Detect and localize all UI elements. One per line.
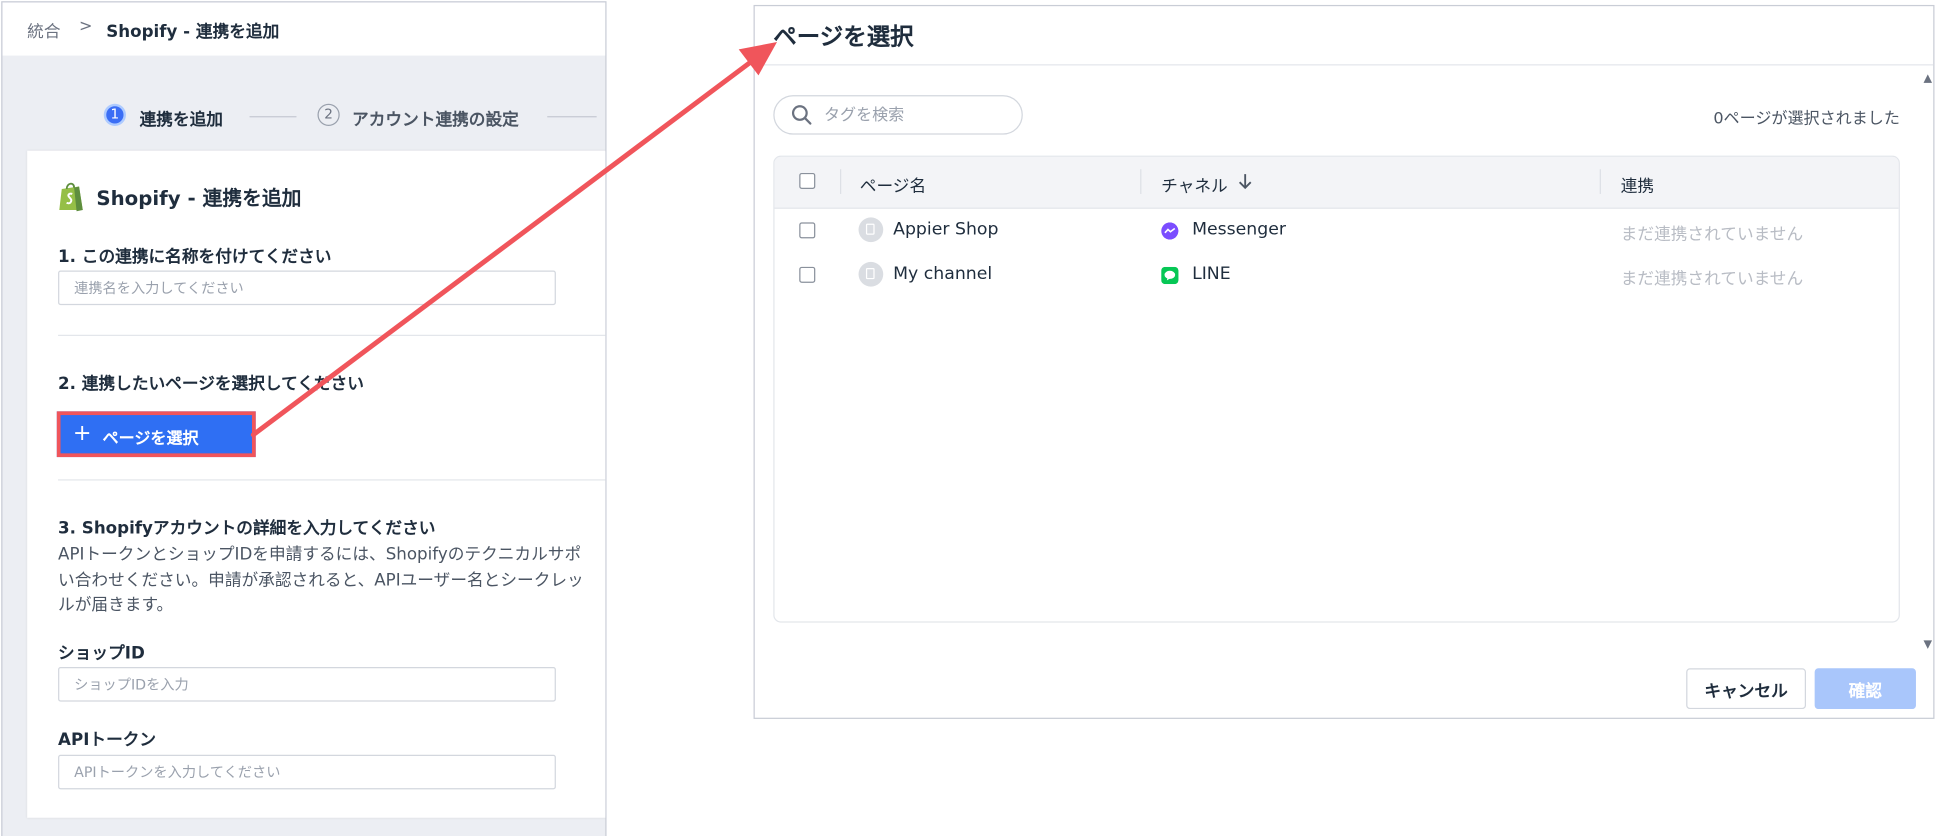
screenshot-canvas: 統合 > Shopify - 連携を追加 1 連携を追加 2 アカウント連携の設… bbox=[0, 0, 1937, 836]
callout-arrow-shaft bbox=[250, 55, 759, 438]
callout-arrow bbox=[250, 42, 778, 438]
callout-arrow-head bbox=[738, 42, 778, 76]
